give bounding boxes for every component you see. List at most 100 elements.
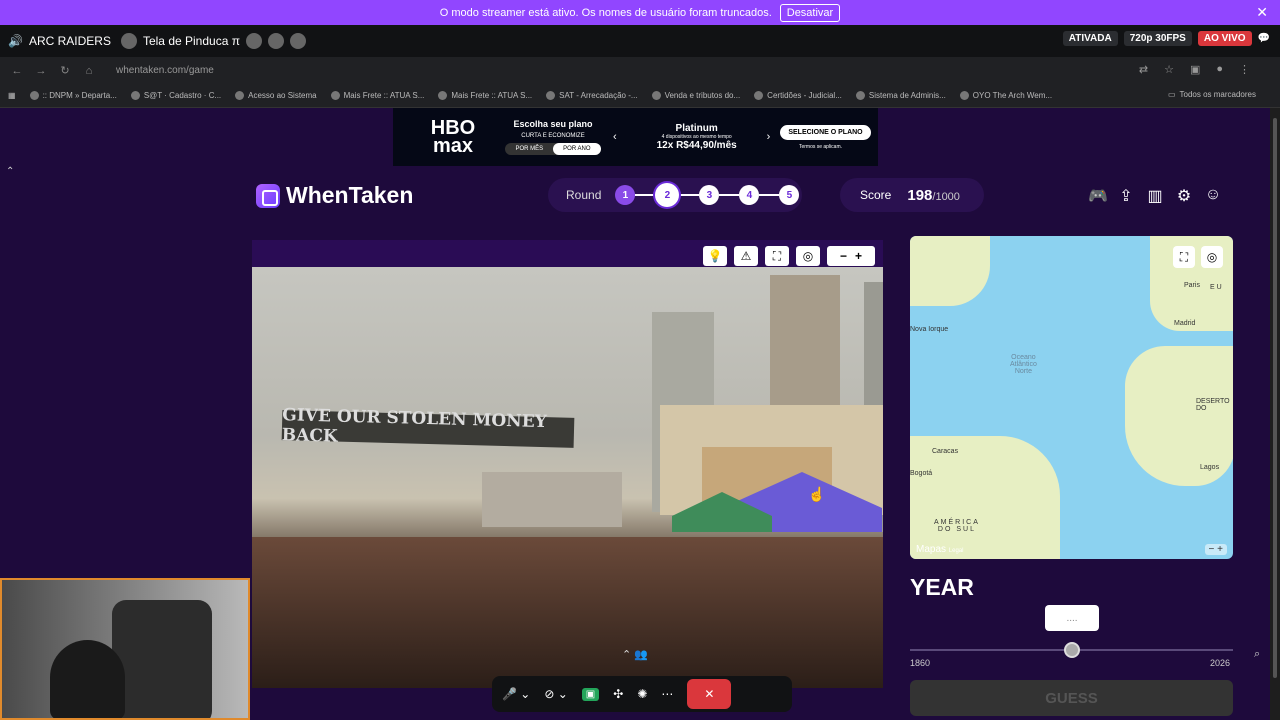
- webcam-overlay: [0, 578, 250, 720]
- bookmark-item[interactable]: OYO The Arch Wem...: [959, 91, 1052, 100]
- zoom-in-icon[interactable]: +: [855, 249, 862, 263]
- microphone-icon[interactable]: 🎤 ⌄: [502, 687, 530, 701]
- year-value-box: ....: [1045, 605, 1099, 631]
- report-icon[interactable]: ⚠: [734, 246, 758, 266]
- bookmark-item[interactable]: Venda e tributos do...: [651, 91, 740, 100]
- apps-icon[interactable]: ▦: [8, 91, 16, 100]
- year-slider[interactable]: [910, 642, 1233, 658]
- account-icon[interactable]: ☺: [1204, 186, 1222, 206]
- bookmarks-bar: ▦ :: DNPM » Departa... S@T · Cadastro · …: [0, 84, 1280, 108]
- screen-share-label[interactable]: Tela de Pinduca π: [120, 33, 306, 49]
- live-badge: AO VIVO: [1197, 31, 1252, 46]
- bookmark-item[interactable]: SAT - Arrecadação -...: [546, 91, 638, 100]
- fullscreen-icon[interactable]: ⛶: [765, 246, 789, 266]
- map-brand: Mapas Legal: [916, 544, 964, 555]
- bookmark-item[interactable]: S@T · Cadastro · C...: [130, 91, 221, 100]
- stats-icon[interactable]: ▥: [1146, 186, 1164, 206]
- close-icon[interactable]: ✕: [1256, 4, 1268, 21]
- hand-cursor-icon: ☝: [808, 486, 826, 502]
- map-zoom-controls[interactable]: − +: [1204, 544, 1227, 555]
- page-scrollbar[interactable]: [1270, 108, 1280, 720]
- hint-icon[interactable]: 💡: [703, 246, 727, 266]
- bookmark-item[interactable]: Certidões - Judicial...: [754, 91, 842, 100]
- menu-icon[interactable]: ⋮: [1239, 63, 1250, 76]
- share-icon[interactable]: ⇪: [1117, 186, 1135, 206]
- soundboard-icon[interactable]: ✺: [637, 687, 647, 701]
- avatar: [245, 33, 262, 49]
- camera-off-icon[interactable]: ⊘ ⌄: [544, 687, 567, 701]
- chevron-up-icon[interactable]: ⌃ 👥: [622, 648, 648, 661]
- more-icon[interactable]: ⋯: [661, 687, 673, 701]
- round-indicator: 5: [779, 185, 800, 205]
- screen-share-icon[interactable]: ▣: [581, 687, 600, 701]
- reload-icon[interactable]: ↻: [58, 64, 72, 77]
- score-panel: Score 198/1000: [840, 178, 984, 212]
- ad-toggle-year[interactable]: POR ANO: [553, 143, 601, 155]
- map-recenter-icon[interactable]: ◎: [1201, 246, 1223, 268]
- photo-panel: 💡 ⚠ ⛶ ◎ − + GIVE OUR STOLEN MONEY BACK: [252, 240, 883, 688]
- all-bookmarks-folder[interactable]: ▭ Todos os marcadores: [1168, 90, 1256, 99]
- whentaken-logo[interactable]: WhenTaken: [256, 182, 413, 209]
- game-photo[interactable]: GIVE OUR STOLEN MONEY BACK: [252, 267, 883, 688]
- browser-toolbar: ← → ↻ ⌂ whentaken.com/game ⇄ ☆ ▣ ● ⋮: [0, 57, 1280, 84]
- map-label-madrid: Madrid: [1174, 320, 1196, 327]
- translate-icon[interactable]: ⇄: [1139, 63, 1148, 76]
- bookmark-item[interactable]: Mais Frete :: ATUA S...: [330, 91, 424, 100]
- map-label-desert: DESERTO DO: [1196, 398, 1230, 412]
- address-bar[interactable]: whentaken.com/game: [116, 65, 214, 76]
- score-value: 198/1000: [907, 186, 960, 204]
- forward-icon[interactable]: →: [34, 65, 48, 77]
- zoom-controls: − +: [827, 246, 875, 266]
- back-icon[interactable]: ←: [10, 65, 24, 77]
- map-fullscreen-icon[interactable]: ⛶: [1173, 246, 1195, 268]
- avatar: [267, 33, 284, 49]
- bookmark-item[interactable]: :: DNPM » Departa...: [29, 91, 117, 100]
- score-label: Score: [860, 188, 892, 202]
- guess-button[interactable]: GUESS: [910, 680, 1233, 716]
- guess-map[interactable]: Paris E U Madrid Nova Iorque Oceano Atlâ…: [910, 236, 1233, 559]
- activities-icon[interactable]: ✣: [613, 687, 623, 701]
- ad-toggle-month[interactable]: POR MÊS: [505, 143, 553, 155]
- map-label-ocean: Oceano Atlântico Norte: [1010, 354, 1037, 375]
- ad-logo: HBO max: [430, 117, 476, 157]
- round-label: Round: [566, 188, 602, 202]
- bookmark-item[interactable]: Sistema de Adminis...: [855, 91, 946, 100]
- server-label[interactable]: 🔊 ARC RAIDERS: [8, 34, 111, 48]
- round-connector: [759, 194, 780, 196]
- quality-badge[interactable]: 720p 30FPS: [1123, 31, 1192, 46]
- round-indicator: 2: [655, 183, 680, 207]
- gamepad-icon[interactable]: 🎮: [1088, 186, 1108, 206]
- profile-icon[interactable]: ●: [1216, 63, 1223, 76]
- extensions-icon[interactable]: ▣: [1190, 63, 1200, 76]
- star-icon[interactable]: ☆: [1164, 63, 1174, 76]
- bookmark-item[interactable]: Acesso ao Sistema: [235, 91, 317, 100]
- ad-plan-toggle[interactable]: POR MÊS POR ANO: [505, 143, 601, 155]
- logo-icon: [256, 183, 280, 208]
- chevron-left-icon[interactable]: ‹: [613, 131, 617, 143]
- ad-price: 12x R$44,90/mês: [656, 140, 737, 151]
- year-label: YEAR: [910, 574, 974, 600]
- recenter-icon[interactable]: ◎: [796, 246, 820, 266]
- home-icon[interactable]: ⌂: [82, 65, 96, 77]
- ad-heading: Escolha seu plano: [513, 119, 593, 129]
- ad-subheading: CURTA E ECONOMIZE: [521, 133, 585, 139]
- chat-icon[interactable]: 💬: [1258, 33, 1270, 44]
- call-controls: 🎤 ⌄ ⊘ ⌄ ▣ ✣ ✺ ⋯ ✕: [492, 676, 792, 712]
- disable-streamer-mode-button[interactable]: Desativar: [779, 3, 841, 22]
- magnifier-icon[interactable]: ⌕: [1254, 648, 1260, 661]
- settings-icon[interactable]: ⚙: [1175, 186, 1193, 206]
- zoom-out-icon[interactable]: −: [840, 249, 847, 263]
- round-indicator: 4: [739, 185, 760, 205]
- stream-bar: 🔊 ARC RAIDERS Tela de Pinduca π ATIVADA …: [0, 25, 1280, 57]
- ad-plan-name: Platinum: [675, 123, 718, 134]
- round-progress: Round 1 2 3 4 5: [548, 178, 802, 212]
- hbo-max-ad[interactable]: HBO max Escolha seu plano CURTA E ECONOM…: [393, 108, 878, 166]
- stream-status-badge: ATIVADA: [1062, 31, 1118, 46]
- year-slider-handle[interactable]: [1063, 642, 1080, 658]
- end-call-button[interactable]: ✕: [687, 679, 732, 709]
- avatar: [120, 33, 137, 49]
- year-max: 2026: [1210, 658, 1231, 668]
- ad-cta-button[interactable]: SELECIONE O PLANO: [780, 124, 871, 140]
- bookmark-item[interactable]: Mais Frete :: ATUA S...: [438, 91, 532, 100]
- streamer-mode-message: O modo streamer está ativo. Os nomes de …: [439, 6, 772, 19]
